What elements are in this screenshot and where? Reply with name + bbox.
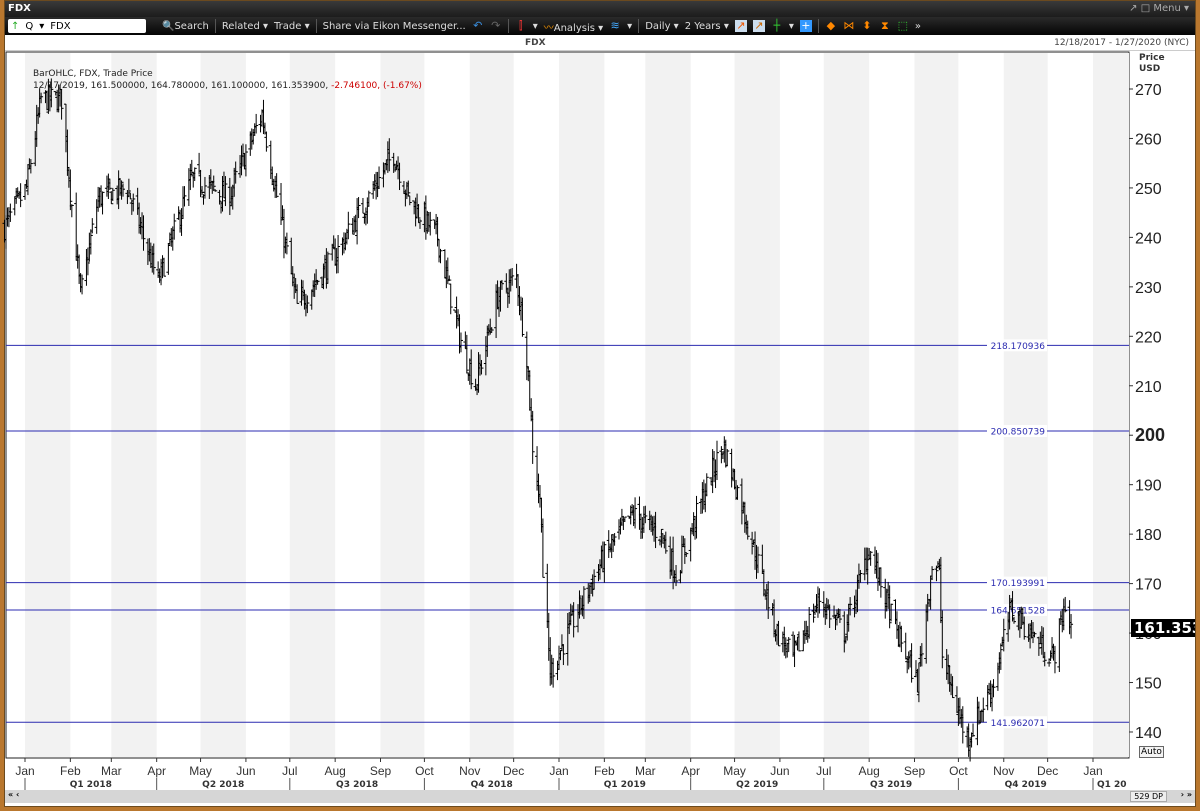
search-button[interactable]: 🔍Search <box>162 21 209 32</box>
chart-header: FDX 12/18/2017 - 1/27/2020 (NYC) <box>5 35 1195 51</box>
interval-label: Daily <box>645 20 671 32</box>
legend-values: 12/17/2019, 161.500000, 164.780000, 161.… <box>33 81 329 91</box>
last-price-marker: 161.353 <box>1131 619 1195 637</box>
popout-icon[interactable]: ↗ <box>1129 3 1137 14</box>
window-icon[interactable]: □ <box>1141 3 1150 14</box>
chart-window: FDX ↗ □ Menu ▾ ↑ Q ▾ FDX 🔍Search Related… <box>4 0 1196 807</box>
scroll-right-icon[interactable]: › » <box>1181 790 1192 799</box>
add-panel-icon[interactable]: + <box>799 20 812 32</box>
crosshair-icon[interactable]: ┼ <box>771 20 783 32</box>
more-icon[interactable]: » <box>915 21 921 32</box>
undo-icon[interactable]: ↶ <box>472 20 484 32</box>
datapoints-count: 529 DP <box>1130 791 1167 802</box>
arrow-up-icon: ↑ <box>11 20 20 32</box>
search-label: Search <box>174 20 209 32</box>
fit-horizontal-icon[interactable]: ⋈ <box>843 20 855 32</box>
window-title: FDX <box>8 3 31 14</box>
time-scrollbar[interactable]: « ‹ 529 DP › » <box>5 790 1195 803</box>
trade-label: Trade <box>274 20 302 32</box>
ric-input[interactable]: FDX <box>47 21 73 32</box>
trade-menu[interactable]: Trade ▾ <box>274 21 310 32</box>
quote-type-dropdown[interactable]: Q <box>22 21 36 32</box>
chart-legend: BarOHLC, FDX, Trade Price 12/17/2019, 16… <box>33 68 422 92</box>
search-icon: 🔍 <box>162 20 175 32</box>
chevron-down-icon[interactable]: ▾ <box>36 21 47 32</box>
interval-dropdown[interactable]: Daily ▾ <box>645 21 679 32</box>
scroll-left-icon[interactable]: « ‹ <box>8 790 19 799</box>
range-dropdown[interactable]: 2 Years ▾ <box>685 21 729 32</box>
auto-scale-button[interactable]: Auto <box>1139 746 1164 758</box>
share-button[interactable]: Share via Eikon Messenger... <box>323 21 466 32</box>
date-range: 12/18/2017 - 1/27/2020 (NYC) <box>1054 38 1189 48</box>
line-chart-icon[interactable]: ↗ <box>734 20 747 32</box>
chart-title: FDX <box>525 38 546 48</box>
related-menu[interactable]: Related ▾ <box>222 21 268 32</box>
analysis-icon: 〰 <box>543 22 554 34</box>
toolbar: ↑ Q ▾ FDX 🔍Search Related ▾ Trade ▾ Shar… <box>5 17 1195 35</box>
range-label: 2 Years <box>684 20 721 32</box>
legend-series: BarOHLC, FDX, Trade Price <box>33 69 153 79</box>
analysis-menu[interactable]: 〰Analysis ▾ <box>544 19 603 34</box>
fit-vertical-icon[interactable]: ⧗ <box>879 20 891 32</box>
currency-label: USD <box>1139 64 1161 74</box>
related-label: Related <box>221 20 260 32</box>
legend-change: -2.746100, (-1.67%) <box>331 81 422 91</box>
analysis-label: Analysis <box>553 22 595 34</box>
select-icon[interactable]: ⬚ <box>897 20 909 32</box>
overlay-icon[interactable]: ≋ <box>609 20 621 32</box>
compare-chart-icon[interactable]: ↗ <box>752 20 765 32</box>
menu-button[interactable]: Menu <box>1153 3 1180 14</box>
ric-input-box[interactable]: ↑ Q ▾ FDX <box>8 19 146 33</box>
title-bar: FDX ↗ □ Menu ▾ <box>5 1 1195 17</box>
zoom-vertical-icon[interactable]: ⬍ <box>861 20 873 32</box>
redo-icon[interactable]: ↷ <box>490 20 502 32</box>
chart-type-icon[interactable]: ⫿ <box>515 20 527 32</box>
price-axis-label: Price <box>1139 53 1165 63</box>
zoom-horizontal-icon[interactable]: ◆ <box>825 20 837 32</box>
